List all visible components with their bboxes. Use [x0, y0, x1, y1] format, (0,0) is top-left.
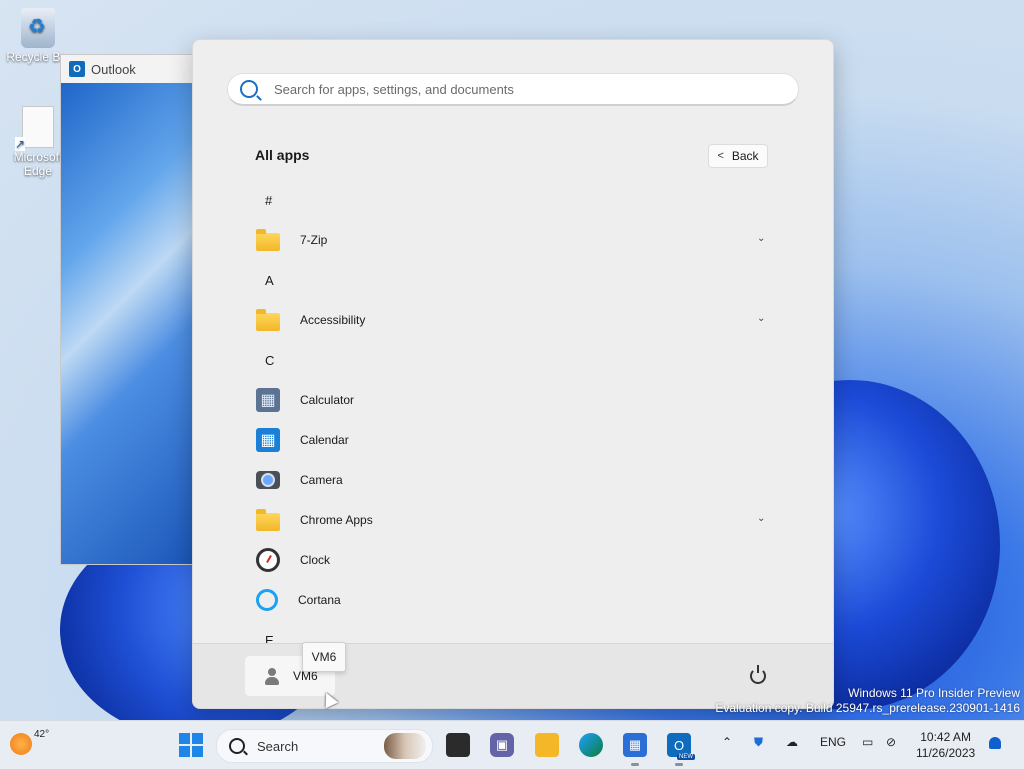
- app-item-cortana[interactable]: Cortana: [193, 580, 833, 620]
- app-item-7zip[interactable]: 7-Zip ⌄: [193, 220, 833, 260]
- search-icon: [240, 80, 258, 98]
- weather-temp: 42°: [34, 729, 50, 740]
- cortana-icon: [256, 589, 278, 611]
- search-icon: [229, 738, 245, 754]
- app-name: Accessibility: [300, 313, 366, 327]
- outlook-icon: O: [69, 61, 85, 77]
- window-titlebar[interactable]: O Outlook: [61, 55, 201, 83]
- start-menu: All apps < Back # 7-Zip ⌄ A Accessibilit…: [192, 39, 834, 709]
- watermark-line: Evaluation copy. Build 25947.rs_prerelea…: [715, 701, 1020, 715]
- outlook-window[interactable]: O Outlook: [60, 54, 202, 565]
- start-button[interactable]: [179, 733, 203, 757]
- outlook-new-icon[interactable]: O NEW: [667, 733, 695, 760]
- app-item-chrome-apps[interactable]: Chrome Apps ⌄: [193, 500, 833, 540]
- letter-label: #: [265, 192, 273, 208]
- file-explorer-icon[interactable]: [535, 733, 559, 757]
- app-item-calculator[interactable]: Calculator: [193, 380, 833, 420]
- language-indicator[interactable]: ENG: [820, 735, 846, 749]
- search-highlight-art: [384, 733, 426, 759]
- chevron-down-icon[interactable]: ⌄: [757, 513, 765, 524]
- power-icon[interactable]: [750, 665, 766, 684]
- app-name: Calendar: [300, 433, 349, 447]
- start-search-input[interactable]: [272, 80, 776, 98]
- app-item-calendar[interactable]: Calendar: [193, 420, 833, 460]
- window-content: [61, 83, 201, 564]
- notification-bell-icon[interactable]: [989, 737, 1001, 749]
- taskbar-clock[interactable]: 10:42 AM 11/26/2023: [916, 729, 975, 761]
- running-indicator: [675, 763, 683, 766]
- taskbar: 42° Search ▣ ▦ O NEW ⌃ ⛊ ☁ ENG ▭ ⊘ 10:42 …: [0, 720, 1024, 769]
- app-name: Chrome Apps: [300, 513, 373, 527]
- letter-label: C: [265, 352, 275, 368]
- start-search-box[interactable]: [227, 73, 799, 106]
- recycle-bin-icon: [21, 8, 55, 48]
- chevron-up-icon[interactable]: ⌃: [722, 735, 732, 749]
- chevron-left-icon: <: [717, 150, 724, 162]
- task-view-icon[interactable]: [446, 733, 470, 757]
- back-label: Back: [731, 149, 759, 163]
- display-icon[interactable]: ▭: [862, 735, 873, 749]
- new-badge: NEW: [677, 754, 695, 760]
- store-icon[interactable]: ▦: [623, 733, 647, 757]
- shortcut-icon: [15, 106, 54, 151]
- running-indicator: [631, 763, 639, 766]
- clock-time: 10:42 AM: [920, 730, 971, 744]
- windows-logo-icon: [179, 733, 190, 744]
- edge-icon[interactable]: [579, 733, 603, 757]
- weather-widget[interactable]: 42°: [10, 729, 49, 755]
- calculator-icon: [256, 388, 280, 412]
- camera-icon: [256, 471, 280, 489]
- windows-logo-icon: [192, 733, 203, 744]
- calendar-icon: [256, 428, 280, 452]
- folder-icon: [256, 229, 280, 251]
- network-offline-icon[interactable]: ☁: [786, 735, 798, 749]
- back-button[interactable]: < Back: [708, 144, 768, 168]
- clock-date: 11/26/2023: [916, 746, 976, 760]
- windows-logo-icon: [179, 746, 190, 757]
- app-item-accessibility[interactable]: Accessibility ⌄: [193, 300, 833, 340]
- app-name: Camera: [300, 473, 343, 487]
- app-name: Clock: [300, 553, 331, 567]
- app-name: Cortana: [298, 593, 341, 607]
- teams-chat-icon[interactable]: ▣: [490, 733, 514, 757]
- app-item-camera[interactable]: Camera: [193, 460, 833, 500]
- chevron-down-icon[interactable]: ⌄: [757, 233, 765, 244]
- clock-icon: [256, 548, 280, 572]
- letter-header[interactable]: C: [193, 340, 833, 380]
- window-title: Outlook: [91, 61, 136, 77]
- app-name: Calculator: [300, 393, 355, 407]
- app-item-clock[interactable]: Clock: [193, 540, 833, 580]
- section-title: All apps: [255, 147, 310, 163]
- security-shield-icon[interactable]: ⛊: [754, 735, 763, 750]
- chevron-down-icon[interactable]: ⌄: [757, 313, 765, 324]
- weather-icon: [10, 733, 32, 755]
- build-watermark: Windows 11 Pro Insider Preview Evaluatio…: [715, 686, 1020, 716]
- app-list: # 7-Zip ⌄ A Accessibility ⌄ C Calculator…: [193, 180, 833, 660]
- folder-icon: [256, 509, 280, 531]
- taskbar-search[interactable]: Search: [216, 729, 433, 763]
- avatar-icon: [263, 667, 281, 685]
- volume-muted-icon[interactable]: ⊘: [886, 735, 896, 749]
- folder-icon: [256, 309, 280, 331]
- app-name: 7-Zip: [300, 233, 328, 247]
- letter-label: A: [265, 272, 274, 288]
- letter-header[interactable]: A: [193, 260, 833, 300]
- watermark-line: Windows 11 Pro Insider Preview: [848, 686, 1020, 700]
- letter-header[interactable]: #: [193, 180, 833, 220]
- windows-logo-icon: [192, 746, 203, 757]
- user-tooltip: VM6: [302, 642, 346, 672]
- taskbar-search-label: Search: [257, 738, 299, 754]
